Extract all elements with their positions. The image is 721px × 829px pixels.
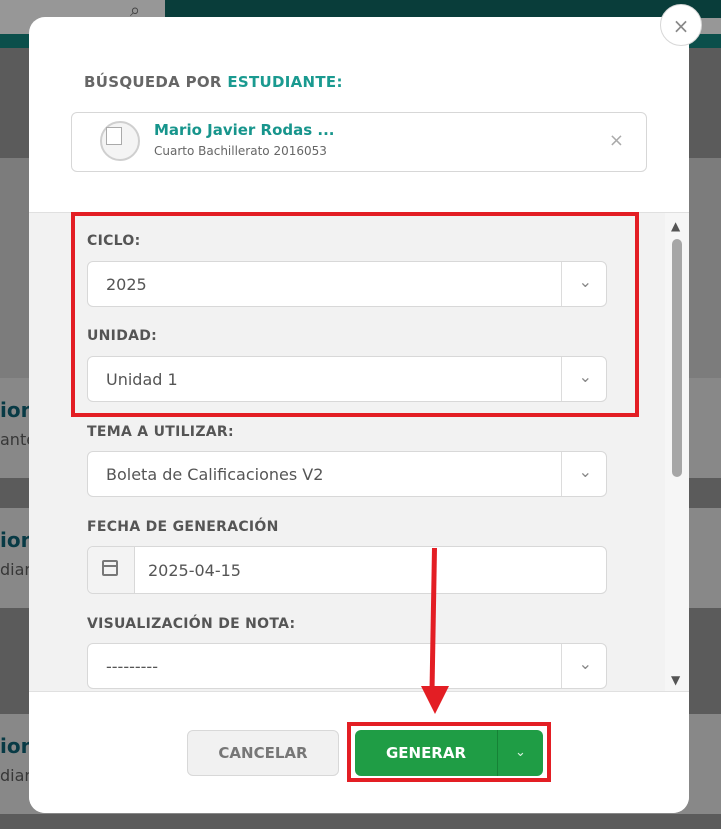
close-icon[interactable]: × — [660, 4, 702, 46]
fecha-value: 2025-04-15 — [148, 561, 241, 580]
cancel-button[interactable]: CANCELAR — [187, 730, 339, 776]
chevron-down-icon[interactable]: ⌄ — [579, 462, 592, 481]
tema-select[interactable]: Boleta de Calificaciones V2 ⌄ — [87, 451, 607, 497]
fecha-input[interactable]: 2025-04-15 — [87, 546, 607, 594]
scroll-down-icon[interactable]: ▼ — [671, 673, 680, 687]
select-divider — [561, 644, 562, 688]
tema-label: TEMA A UTILIZAR: — [87, 424, 234, 440]
student-name: Mario Javier Rodas ... — [154, 121, 335, 139]
chevron-down-icon[interactable]: ⌄ — [579, 654, 592, 673]
calendar-button[interactable] — [88, 547, 135, 593]
visualizacion-value: --------- — [106, 657, 158, 676]
clear-student-icon[interactable]: × — [609, 130, 624, 151]
highlight-box — [71, 212, 639, 417]
fecha-label: FECHA DE GENERACIÓN — [87, 519, 279, 535]
student-selector[interactable]: Mario Javier Rodas ... Cuarto Bachillera… — [71, 112, 647, 172]
search-title: BÚSQUEDA POR ESTUDIANTE: — [84, 73, 343, 91]
search-title-accent: ESTUDIANTE: — [227, 73, 343, 91]
tema-value: Boleta de Calificaciones V2 — [106, 465, 324, 484]
annotation-arrowhead — [421, 686, 449, 714]
visualizacion-label: VISUALIZACIÓN DE NOTA: — [87, 616, 296, 632]
select-divider — [561, 452, 562, 496]
scroll-up-icon[interactable]: ▲ — [671, 219, 680, 233]
broken-image-icon — [106, 127, 122, 145]
highlight-box — [347, 722, 551, 782]
visualizacion-select[interactable]: --------- ⌄ — [87, 643, 607, 689]
search-title-prefix: BÚSQUEDA POR — [84, 73, 222, 91]
avatar — [100, 121, 140, 161]
student-detail: Cuarto Bachillerato 2016053 — [154, 144, 327, 158]
calendar-icon — [102, 560, 118, 576]
scrollbar[interactable]: ▲ ▼ — [665, 213, 689, 691]
scrollbar-thumb[interactable] — [672, 239, 682, 477]
